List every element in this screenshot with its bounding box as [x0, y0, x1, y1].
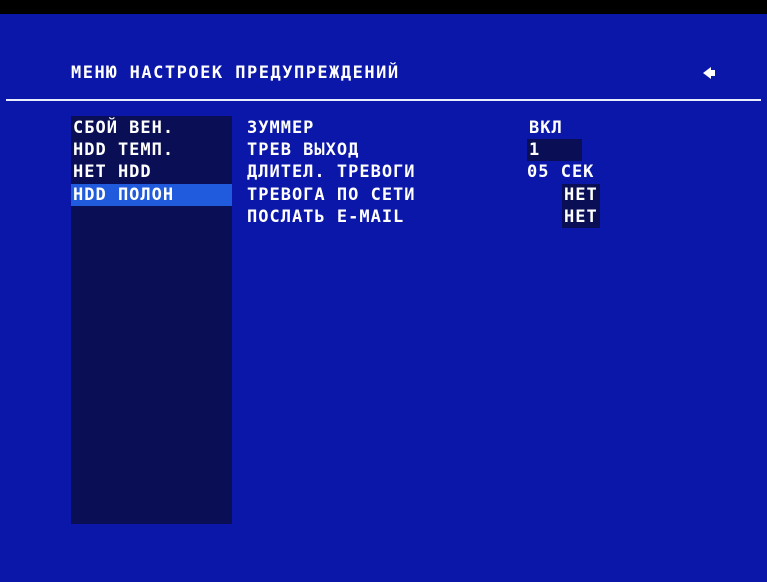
setting-label-send-email: ПОСЛАТЬ E-MAIL: [247, 207, 405, 227]
setting-label-alarm-out: ТРЕВ ВЫХОД: [247, 140, 360, 160]
setting-value-network-alarm[interactable]: НЕТ: [562, 184, 600, 206]
list-item-hdd-temp[interactable]: HDD ТЕМП.: [71, 139, 232, 161]
title-divider: [6, 99, 761, 101]
setting-label-network-alarm: ТРЕВОГА ПО СЕТИ: [247, 185, 416, 205]
list-item-fan-fail[interactable]: СБОЙ ВЕН.: [71, 117, 232, 139]
list-item-hdd-full[interactable]: HDD ПОЛОН: [71, 184, 232, 206]
menu-title: МЕНЮ НАСТРОЕК ПРЕДУПРЕЖДЕНИЙ: [71, 63, 400, 83]
setting-value-send-email[interactable]: НЕТ: [562, 206, 600, 228]
left-arrow-icon[interactable]: [702, 66, 716, 80]
setting-value-buzzer[interactable]: ВКЛ: [529, 117, 563, 139]
list-item-no-hdd[interactable]: НЕТ HDD: [71, 161, 232, 183]
setting-value-alarm-out[interactable]: 1: [527, 139, 582, 161]
setting-label-alarm-duration: ДЛИТЕЛ. ТРЕВОГИ: [247, 162, 416, 182]
setting-value-alarm-duration[interactable]: 05 СЕК: [527, 161, 594, 183]
top-black-bar: [0, 0, 767, 14]
setting-label-buzzer: ЗУММЕР: [247, 118, 315, 138]
